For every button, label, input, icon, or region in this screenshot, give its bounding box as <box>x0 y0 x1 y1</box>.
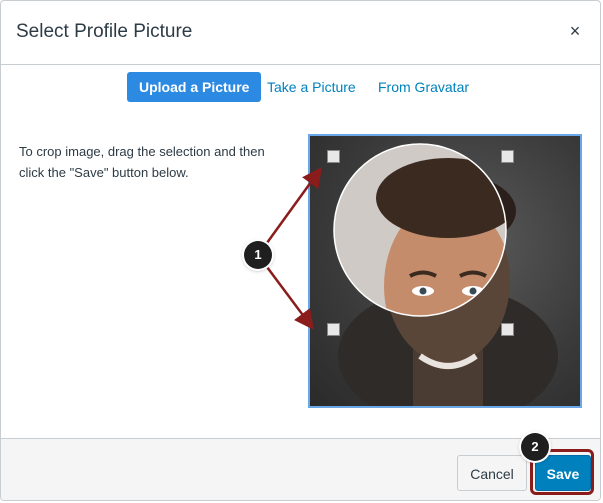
tab-take-picture[interactable]: Take a Picture <box>255 72 368 102</box>
profile-photo <box>333 143 558 406</box>
dialog-header: Select Profile Picture × <box>1 1 600 65</box>
profile-picture-dialog: Select Profile Picture × Upload a Pictur… <box>0 0 601 501</box>
crop-handle-top-right[interactable] <box>501 150 514 163</box>
close-icon[interactable]: × <box>564 20 586 42</box>
crop-handle-bottom-right[interactable] <box>501 323 514 336</box>
cancel-button[interactable]: Cancel <box>457 455 527 491</box>
dialog-title: Select Profile Picture <box>16 21 193 42</box>
callout-badge-1: 1 <box>244 241 272 269</box>
tab-from-gravatar[interactable]: From Gravatar <box>366 72 481 102</box>
crop-handle-top-left[interactable] <box>327 150 340 163</box>
tab-upload-picture[interactable]: Upload a Picture <box>127 72 262 102</box>
crop-area[interactable] <box>308 134 582 408</box>
tab-bar: Upload a Picture Take a Picture From Gra… <box>1 72 600 102</box>
callout-arrow-bottom <box>262 262 314 331</box>
crop-instructions: To crop image, drag the selection and th… <box>19 144 265 180</box>
dialog-footer: Cancel Save <box>1 438 600 500</box>
crop-handle-bottom-left[interactable] <box>327 323 340 336</box>
callout-badge-2: 2 <box>521 433 549 461</box>
